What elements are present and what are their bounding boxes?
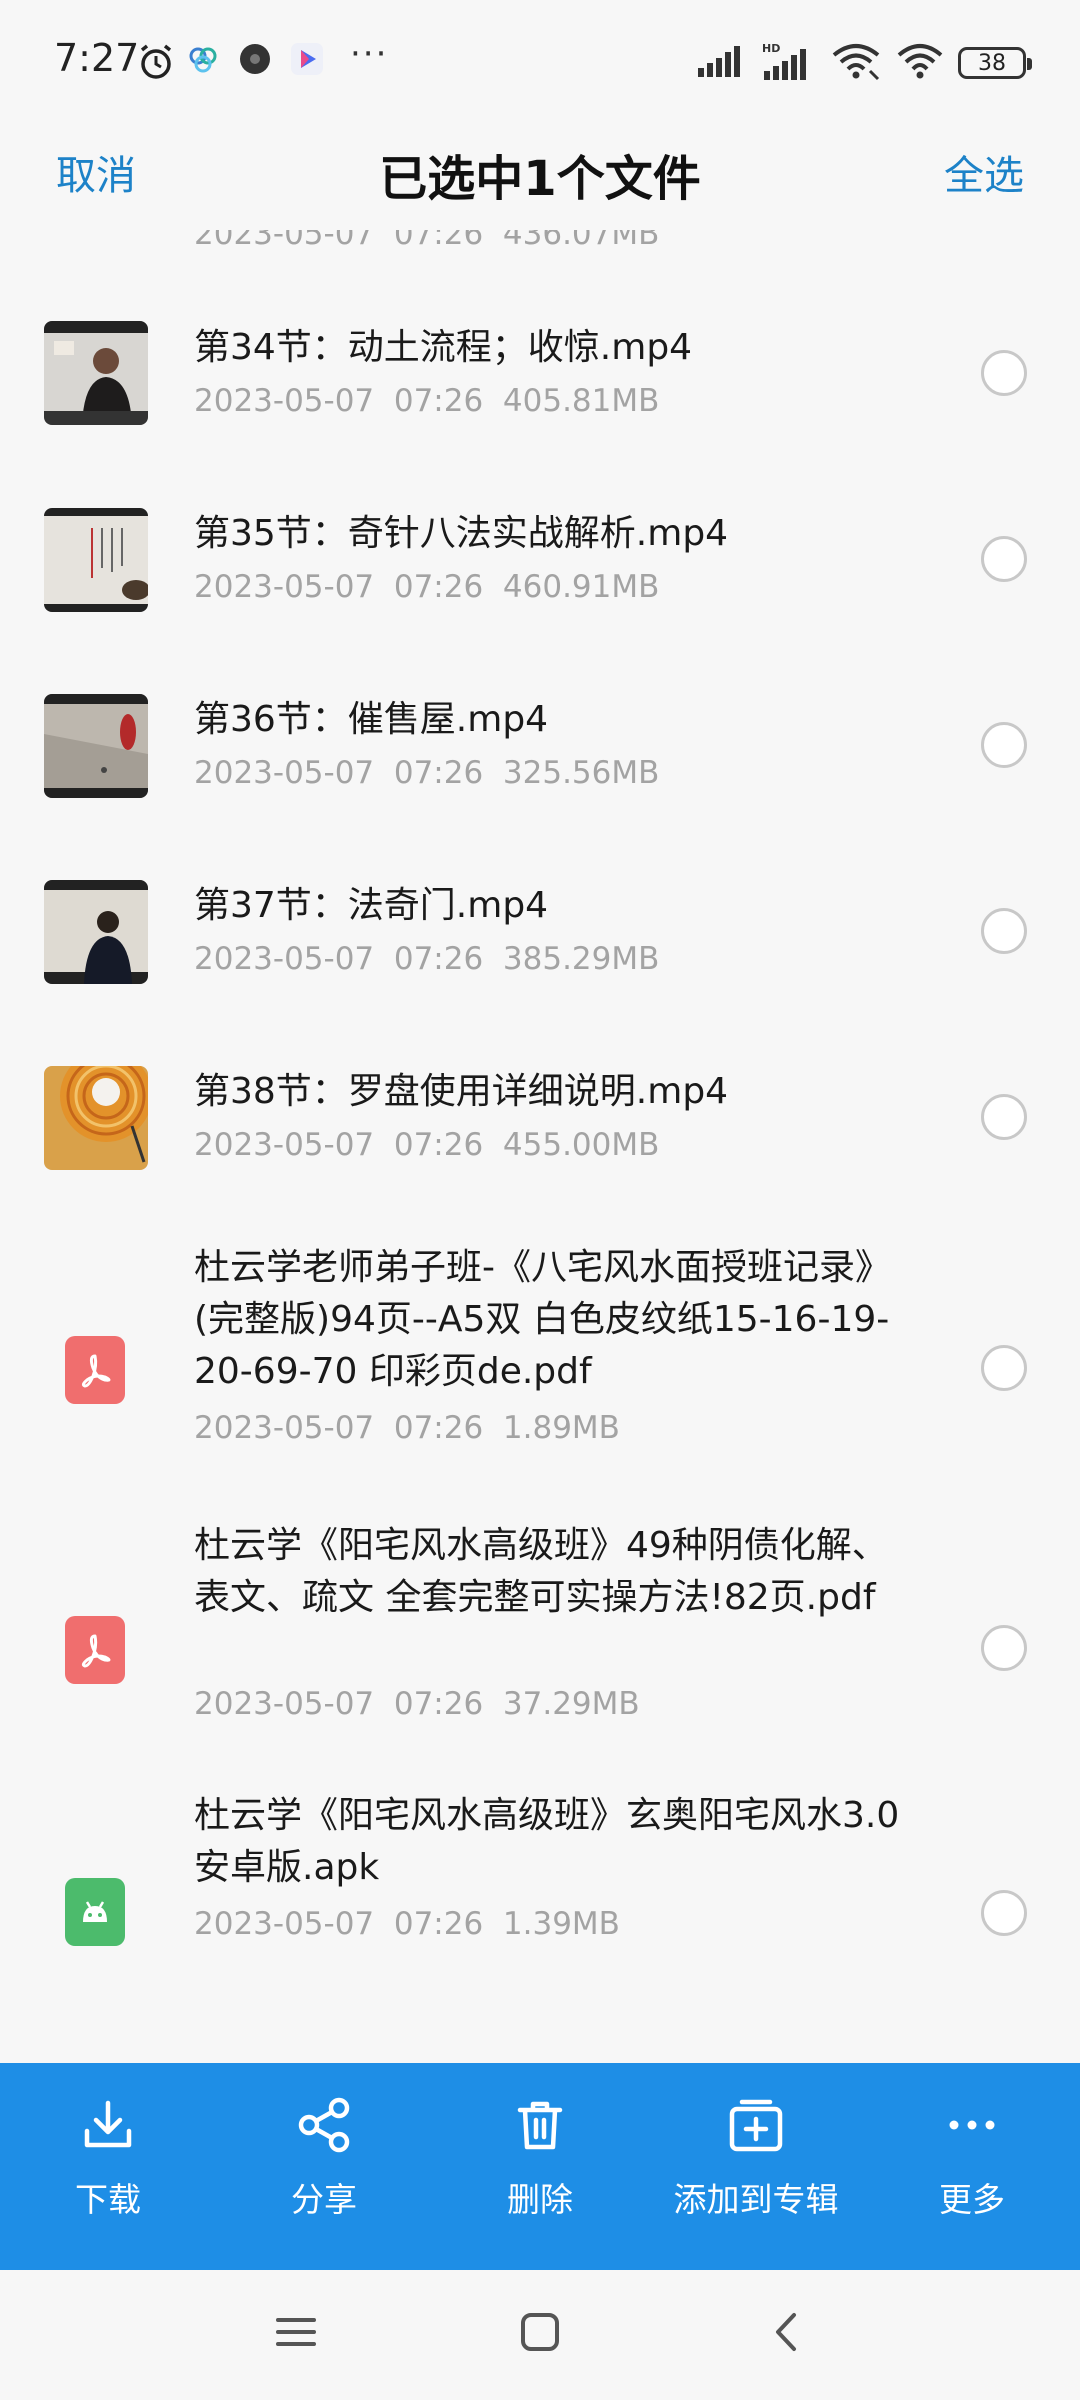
file-name: 杜云学老师弟子班-《八宅风水面授班记录》(完整版)94页--A5双 白色皮纹纸1…	[194, 1247, 891, 1392]
signal-icon	[696, 44, 746, 82]
video-thumbnail	[44, 321, 148, 425]
list-item[interactable]: 第35节：奇针八法实战解析.mp4 2023-05-07 07:26 460.9…	[0, 466, 1080, 652]
file-name: 第38节：罗盘使用详细说明.mp4	[194, 1071, 729, 1112]
pdf-icon	[65, 1616, 125, 1684]
list-item[interactable]: 杜云学《阳宅风水高级班》49种阴债化解、表文、疏文 全套完整可实操方法!82页.…	[0, 1490, 1080, 1766]
select-radio[interactable]	[981, 1625, 1027, 1671]
system-navigation-bar	[0, 2270, 1080, 2400]
action-label: 更多	[939, 2180, 1005, 2219]
list-item[interactable]: 杜云学《阳宅风水高级班》玄奥阳宅风水3.0安卓版.apk 2023-05-07 …	[0, 1766, 1080, 2006]
status-bar: 7:27 ··· HD 38	[0, 0, 1080, 125]
pdf-icon	[65, 1336, 125, 1404]
delete-button[interactable]: 删除	[440, 2095, 640, 2221]
trash-icon	[440, 2095, 640, 2155]
select-radio[interactable]	[981, 1094, 1027, 1140]
share-icon	[224, 2095, 424, 2155]
apk-icon	[65, 1878, 125, 1946]
svg-text:HD: HD	[762, 42, 780, 55]
action-label: 下载	[75, 2180, 141, 2219]
download-button[interactable]: 下载	[8, 2095, 208, 2221]
file-meta: 2023-05-07 07:26 455.00MB	[194, 1127, 660, 1163]
file-meta: 2023-05-07 07:26 1.39MB	[194, 1906, 620, 1942]
action-label: 分享	[291, 2180, 357, 2219]
video-thumbnail	[44, 508, 148, 612]
file-meta: 2023-05-07 07:26 460.91MB	[194, 569, 660, 605]
select-radio[interactable]	[981, 908, 1027, 954]
file-meta: 2023-05-07 07:26 37.29MB	[194, 1686, 640, 1722]
select-radio[interactable]	[981, 722, 1027, 768]
file-name: 第35节：奇针八法实战解析.mp4	[194, 513, 729, 554]
select-radio[interactable]	[981, 350, 1027, 396]
signal-hd-icon: HD	[760, 41, 816, 85]
action-label: 删除	[507, 2180, 573, 2219]
file-meta: 2023-05-07 07:26 436.07MB	[194, 230, 660, 252]
download-icon	[8, 2095, 208, 2155]
file-name: 杜云学《阳宅风水高级班》49种阴债化解、表文、疏文 全套完整可实操方法!82页.…	[194, 1525, 888, 1618]
list-item[interactable]: 第34节：动土流程；收惊.mp4 2023-05-07 07:26 405.81…	[0, 280, 1080, 466]
select-radio[interactable]	[981, 1890, 1027, 1936]
add-to-album-icon	[656, 2095, 856, 2155]
list-item[interactable]: 第37节：法奇门.mp4 2023-05-07 07:26 385.29MB	[0, 838, 1080, 1024]
file-meta: 2023-05-07 07:26 385.29MB	[194, 941, 660, 977]
list-item[interactable]: 2023-05-07 07:26 436.07MB	[0, 230, 1080, 280]
action-label: 添加到专辑	[673, 2180, 839, 2219]
battery-indicator: 38	[958, 47, 1032, 79]
wifi-icon	[896, 41, 944, 85]
select-radio[interactable]	[981, 536, 1027, 582]
video-thumbnail	[44, 880, 148, 984]
action-bar: 下载 分享 删除 添加到专辑 更多	[0, 2063, 1080, 2270]
more-icon	[872, 2095, 1072, 2155]
list-item[interactable]: 杜云学老师弟子班-《八宅风水面授班记录》(完整版)94页--A5双 白色皮纹纸1…	[0, 1210, 1080, 1490]
status-indicators: HD 38	[696, 38, 1032, 88]
file-name: 第34节：动土流程；收惊.mp4	[194, 327, 693, 368]
file-name: 第36节：催售屋.mp4	[194, 699, 549, 740]
list-item[interactable]: 第38节：罗盘使用详细说明.mp4 2023-05-07 07:26 455.0…	[0, 1024, 1080, 1210]
file-meta: 2023-05-07 07:26 1.89MB	[194, 1410, 620, 1446]
video-thumbnail	[44, 694, 148, 798]
app-notification-icon	[186, 42, 220, 80]
app-notification-icon	[238, 42, 272, 80]
alarm-icon	[136, 42, 176, 86]
page-title: 已选中1个文件	[379, 151, 701, 207]
back-icon[interactable]	[764, 2310, 808, 2358]
more-button[interactable]: 更多	[872, 2095, 1072, 2221]
wifi-icon	[830, 41, 882, 85]
status-time: 7:27	[54, 36, 140, 80]
file-meta: 2023-05-07 07:26 325.56MB	[194, 755, 660, 791]
file-name: 杜云学《阳宅风水高级班》玄奥阳宅风水3.0安卓版.apk	[194, 1795, 900, 1888]
list-item[interactable]: 第36节：催售屋.mp4 2023-05-07 07:26 325.56MB	[0, 652, 1080, 838]
select-all-button[interactable]: 全选	[944, 143, 1024, 201]
selection-header: 取消 已选中1个文件 全选	[0, 125, 1080, 230]
file-list[interactable]: 2023-05-07 07:26 436.07MB 第34节：动土流程；收惊.m…	[0, 230, 1080, 2063]
play-store-icon	[290, 42, 324, 80]
home-icon[interactable]	[518, 2310, 562, 2358]
more-notifications-icon: ···	[350, 34, 389, 74]
video-thumbnail	[44, 1066, 148, 1170]
share-button[interactable]: 分享	[224, 2095, 424, 2221]
file-meta: 2023-05-07 07:26 405.81MB	[194, 383, 660, 419]
file-name: 第37节：法奇门.mp4	[194, 885, 549, 926]
select-radio[interactable]	[981, 1345, 1027, 1391]
menu-icon[interactable]	[274, 2310, 318, 2358]
add-to-album-button[interactable]: 添加到专辑	[656, 2095, 856, 2221]
